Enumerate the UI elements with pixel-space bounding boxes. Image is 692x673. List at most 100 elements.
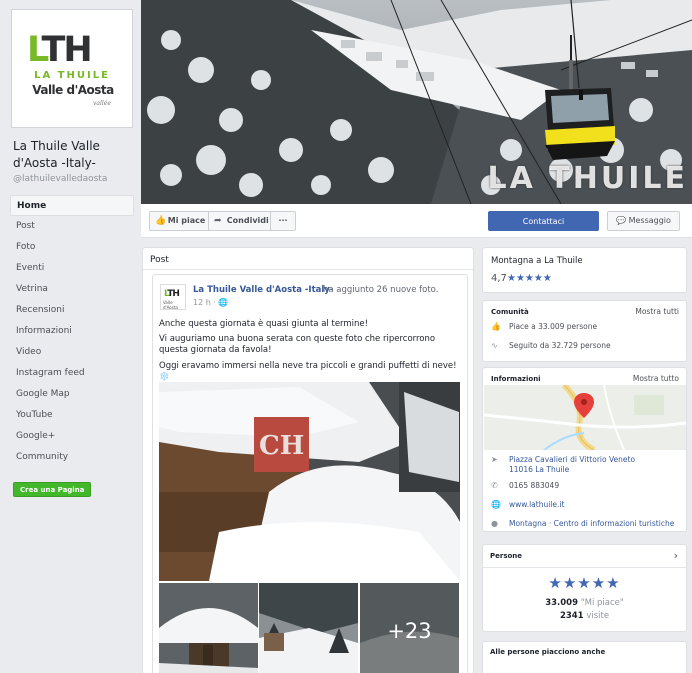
logo-line3: vallée: [93, 100, 111, 107]
info-see-all-link[interactable]: Mostra tutto: [633, 374, 679, 383]
post-photo-thumb[interactable]: [259, 583, 358, 673]
posts-heading: Post: [150, 255, 169, 265]
also-liked-card: Alle persone piacciono anche: [482, 641, 687, 673]
category-icon: ●: [491, 519, 498, 528]
message-button-label: Messaggio: [628, 216, 671, 225]
cover-photo[interactable]: LA THUILE: [141, 0, 692, 204]
nav-item-post[interactable]: Post: [10, 216, 134, 237]
thumbs-up-icon: 👍: [155, 216, 167, 226]
page-profile-picture[interactable]: LTH LA THUILE Valle d'Aosta vallée: [11, 9, 133, 128]
followers-row: ∿ Seguito da 32.729 persone: [491, 341, 611, 350]
post-text-line: Oggi eravamo immersi nella neve tra picc…: [159, 361, 457, 382]
logo-line1: LA THUILE: [34, 70, 110, 81]
likes-row: 👍 Piace a 33.009 persone: [491, 322, 597, 331]
like-button-label: Mi piace: [167, 216, 206, 225]
divider: [143, 269, 473, 270]
people-heading[interactable]: Persone: [490, 552, 522, 560]
post-photo-thumb[interactable]: [159, 583, 258, 673]
nav-item-informazioni[interactable]: Informazioni: [10, 321, 134, 342]
more-options-button[interactable]: ···: [270, 211, 296, 231]
avatar-logo-text: Valle d'Aosta: [163, 300, 178, 310]
create-page-button[interactable]: Crea una Pagina: [13, 482, 92, 497]
info-card: Informazioni Mostra tutto ➤ Piazza Cavali…: [482, 367, 687, 532]
nav-item-video[interactable]: Video: [10, 342, 134, 363]
people-visits: 2341 visite: [483, 611, 686, 621]
followers-text: Seguito da 32.729 persone: [509, 341, 611, 350]
nav-item-foto[interactable]: Foto: [10, 237, 134, 258]
likes-text: Piace a 33.009 persone: [509, 322, 598, 331]
posts-section: Post LTH Valle d'Aosta La Thuile Valle d…: [142, 247, 474, 673]
also-liked-heading: Alle persone piacciono anche: [490, 648, 606, 656]
community-heading: Comunità: [491, 308, 529, 316]
avatar-logo-mark: LTH: [164, 289, 180, 299]
nav-item-instagram-feed[interactable]: Instagram feed: [10, 363, 134, 384]
nav-item-home[interactable]: Home: [10, 195, 134, 216]
like-button[interactable]: 👍 Mi piace: [149, 211, 213, 231]
community-card: Comunità Mostra tutti 👍 Piace a 33.009 pe…: [482, 300, 687, 362]
logo-mark: LTH: [27, 30, 93, 70]
website-text: www.lathuile.it: [509, 500, 565, 509]
more-photos-count[interactable]: +23: [360, 583, 459, 673]
post-avatar[interactable]: LTH Valle d'Aosta: [160, 284, 186, 310]
page-handle[interactable]: @lathuilevalledaosta: [13, 174, 107, 184]
page-category[interactable]: Montagna a La Thuile: [491, 256, 583, 266]
people-card: Persone › ★★★★★ 33.009 "Mi piace" 2341 v…: [482, 544, 687, 632]
message-button[interactable]: 💬 Messaggio: [607, 211, 680, 231]
post-text-line: Anche questa giornata è quasi giunta al …: [159, 319, 369, 329]
lth-logo: LTH LA THUILE Valle d'Aosta vallée: [17, 15, 127, 122]
phone-row[interactable]: ✆ 0165 883049: [491, 481, 559, 490]
snowy-forest-image: [259, 583, 358, 673]
nav-item-eventi[interactable]: Eventi: [10, 258, 134, 279]
chevron-right-icon[interactable]: ›: [674, 549, 678, 562]
address-line2[interactable]: 11016 La Thuile: [509, 465, 569, 474]
nav-item-recensioni[interactable]: Recensioni: [10, 300, 134, 321]
snowy-chalet-image: CH: [159, 382, 460, 581]
people-visits-count: 2341: [559, 611, 584, 621]
nav-item-vetrina[interactable]: Vetrina: [10, 279, 134, 300]
category-row[interactable]: ● Montagna · Centro di informazioni turis…: [491, 519, 674, 528]
cover-title: LA THUILE: [487, 161, 688, 196]
globe-icon: 🌐: [491, 500, 501, 509]
people-rating-stars: ★★★★★: [548, 574, 621, 592]
page-action-bar: 👍 Mi piace ➦ Condividi ··· Contattaci 💬 …: [141, 204, 692, 238]
people-visits-label: visite: [586, 611, 610, 621]
post-author[interactable]: La Thuile Valle d'Aosta -Italy-: [193, 285, 333, 295]
people-likes: 33.009 "Mi piace": [483, 598, 686, 608]
category-rating-card: Montagna a La Thuile 4,7 ★★★★★: [482, 247, 687, 293]
nav-item-youtube[interactable]: YouTube: [10, 405, 134, 426]
category-text: Montagna · Centro di informazioni turist…: [509, 519, 675, 528]
divider: [483, 567, 686, 568]
phone-text: 0165 883049: [509, 481, 560, 490]
post-card: LTH Valle d'Aosta La Thuile Valle d'Aost…: [152, 274, 468, 673]
share-button-label: Condividi: [226, 216, 269, 225]
logo-line2: Valle d'Aosta: [32, 83, 114, 97]
left-sidebar: LTH LA THUILE Valle d'Aosta vallée La Th…: [0, 0, 141, 673]
thumbs-up-icon: 👍: [491, 322, 501, 331]
community-see-all-link[interactable]: Mostra tutti: [635, 307, 679, 316]
nav-item-community[interactable]: Community: [10, 447, 134, 468]
phone-icon: ✆: [491, 481, 498, 490]
share-button[interactable]: ➦ Condividi: [208, 211, 276, 231]
post-text-line: Vi auguriamo una buona serata con queste…: [159, 334, 436, 355]
directions-icon: ➤: [491, 455, 498, 464]
website-row[interactable]: 🌐 www.lathuile.it: [491, 500, 564, 509]
address-row[interactable]: ➤ Piazza Cavalieri di Vittorio Veneto: [491, 455, 635, 464]
svg-text:CH: CH: [259, 431, 304, 461]
map-image: [484, 385, 686, 450]
people-likes-count: 33.009: [545, 598, 578, 608]
info-heading: Informazioni: [491, 375, 541, 383]
post-photo-main[interactable]: CH: [159, 382, 460, 581]
location-map[interactable]: [484, 385, 686, 450]
nav-item-google-map[interactable]: Google Map: [10, 384, 134, 405]
nav-item-google-plus[interactable]: Google+: [10, 426, 134, 447]
rss-icon: ∿: [491, 341, 498, 350]
post-time-text: 12 h ·: [193, 298, 219, 307]
share-icon: ➦: [214, 216, 222, 226]
contact-button[interactable]: Contattaci: [488, 211, 599, 231]
post-photo-thumb[interactable]: +23: [360, 583, 459, 673]
messenger-icon: 💬: [616, 216, 627, 225]
page-title[interactable]: La Thuile Valle d'Aosta -Italy-: [13, 138, 135, 172]
post-action-text: ha aggiunto 26 nuove foto.: [323, 285, 439, 295]
post-timestamp[interactable]: 12 h · 🌐: [193, 298, 228, 307]
rating-value: 4,7: [491, 273, 507, 284]
